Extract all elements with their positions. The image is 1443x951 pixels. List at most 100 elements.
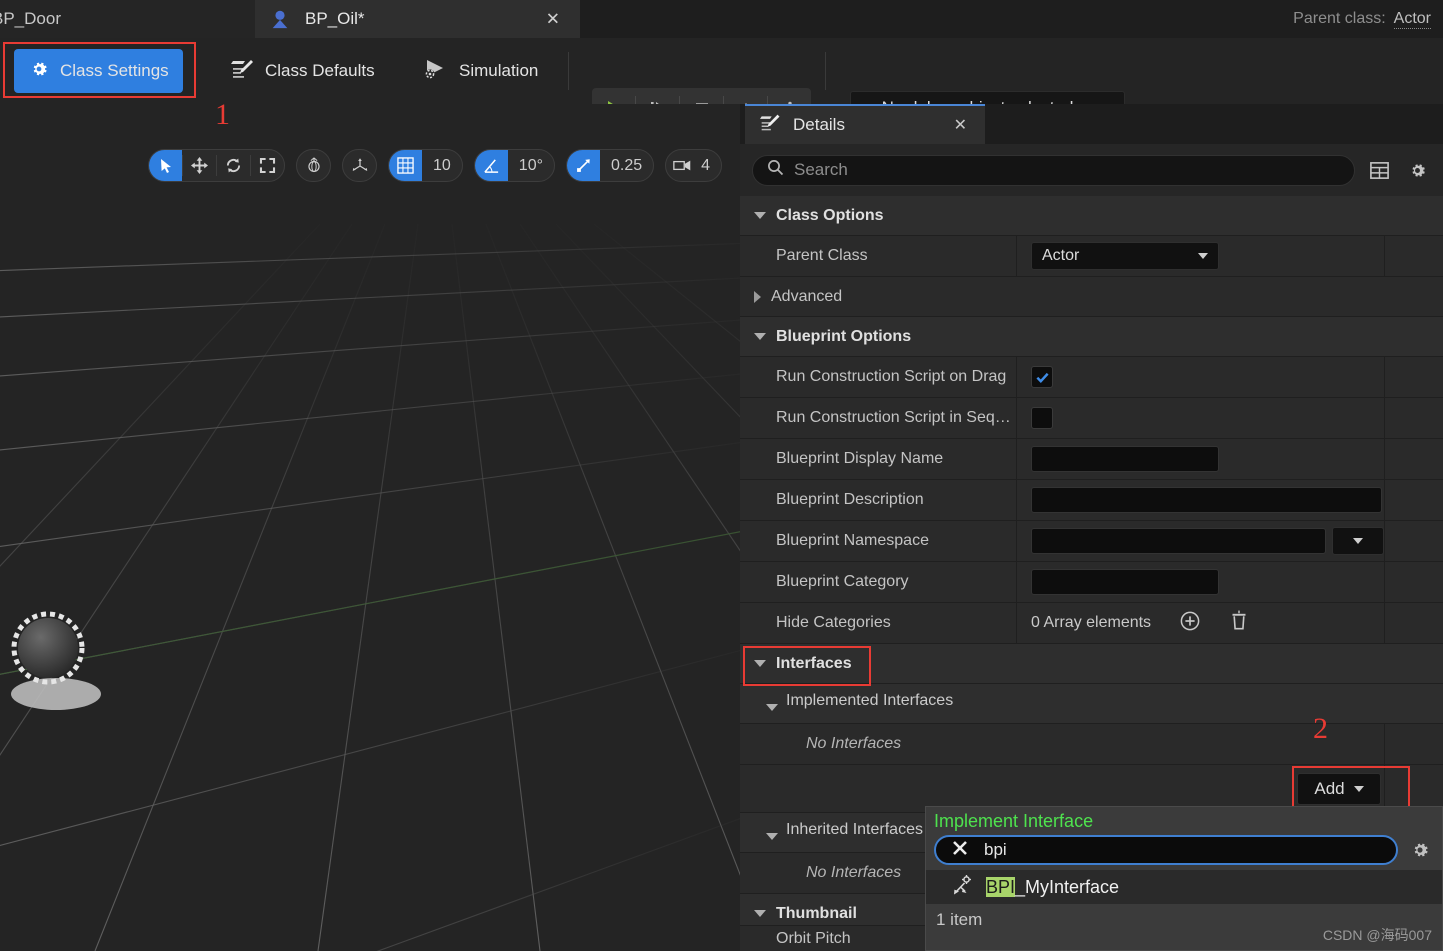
parent-class-value[interactable]: Actor <box>1393 10 1431 29</box>
main-toolbar: Class Settings Class Defaults Simulation <box>0 38 1443 130</box>
tab-bp-oil[interactable]: BP_Oil* ✕ <box>255 0 580 38</box>
row-blueprint-namespace: Blueprint Namespace <box>740 521 1443 562</box>
select-icon[interactable] <box>149 150 182 181</box>
popup-result-item[interactable]: BPI_MyInterface <box>926 870 1442 904</box>
viewport-sphere-asset[interactable] <box>6 604 116 714</box>
local-coordinate-icon[interactable] <box>342 149 377 182</box>
chevron-down-icon <box>1353 538 1363 544</box>
class-settings-button[interactable]: Class Settings <box>14 49 183 93</box>
translate-icon[interactable] <box>183 150 216 181</box>
search-icon <box>767 159 784 181</box>
column-separator <box>1384 765 1385 812</box>
popup-search-input[interactable]: bpi <box>934 835 1398 865</box>
chevron-down-icon <box>754 212 766 219</box>
tab-bp-door[interactable]: BP_Door <box>0 0 255 38</box>
parent-class-combo-value: Actor <box>1042 247 1080 264</box>
checkbox-run-construction-drag[interactable] <box>1031 366 1053 388</box>
details-search-row: Search <box>740 144 1443 196</box>
blueprint-category-input[interactable] <box>1031 569 1219 595</box>
angle-snap-icon[interactable] <box>474 150 508 181</box>
scale-snap-control[interactable]: 0.25 <box>566 149 655 182</box>
simulation-label: Simulation <box>459 61 539 80</box>
blueprint-icon <box>269 8 291 30</box>
blueprint-namespace-dropdown[interactable] <box>1332 527 1384 555</box>
add-element-icon[interactable] <box>1179 610 1201 637</box>
camera-speed-icon <box>666 150 699 181</box>
scale-icon[interactable] <box>251 150 284 181</box>
column-separator <box>1384 439 1385 479</box>
world-coordinate-glyph <box>297 150 330 181</box>
watermark: CSDN @海码007 <box>1322 927 1432 943</box>
rotate-icon[interactable] <box>217 150 250 181</box>
section-header-advanced[interactable]: Advanced <box>740 277 1443 317</box>
camera-speed-value[interactable]: 4 <box>699 150 721 181</box>
section-title: Thumbnail <box>776 904 857 922</box>
column-layout-icon[interactable] <box>1365 156 1393 184</box>
parent-class-display: Parent class: Actor <box>1293 0 1431 38</box>
column-separator <box>1384 521 1385 561</box>
local-coordinate-glyph <box>343 150 376 181</box>
settings-gear-icon[interactable] <box>1406 836 1434 864</box>
details-tab[interactable]: Details ✕ <box>745 104 985 144</box>
row-parent-class: Parent Class Actor <box>740 236 1443 277</box>
popup-title: Implement Interface <box>934 811 1094 831</box>
row-label: Run Construction Script on Drag <box>740 357 1017 397</box>
row-label: Parent Class <box>740 236 1017 276</box>
implement-interface-popup: Implement Interface bpi BPI_MyInterface … <box>925 806 1443 951</box>
grid-snap-icon[interactable] <box>389 150 422 181</box>
blueprint-namespace-input[interactable] <box>1031 528 1326 554</box>
row-run-construction-seq: Run Construction Script in Seq… <box>740 398 1443 439</box>
blueprint-display-name-input[interactable] <box>1031 446 1219 472</box>
blueprint-description-input[interactable] <box>1031 487 1382 513</box>
transform-tools-group <box>148 149 285 182</box>
world-coordinate-icon[interactable] <box>296 149 331 182</box>
search-input[interactable]: Search <box>752 154 1355 186</box>
interface-icon <box>952 874 974 901</box>
close-icon[interactable]: ✕ <box>546 11 560 28</box>
column-separator <box>1384 357 1385 397</box>
row-hide-categories: Hide Categories 0 Array elements <box>740 603 1443 644</box>
column-separator <box>1384 236 1385 276</box>
clear-x-icon[interactable] <box>950 838 970 863</box>
section-title: Interfaces <box>776 654 852 672</box>
search-placeholder: Search <box>794 160 848 179</box>
row-blueprint-display-name: Blueprint Display Name <box>740 439 1443 480</box>
details-icon <box>759 113 781 138</box>
no-interfaces-label: No Interfaces <box>806 864 902 881</box>
column-separator <box>1384 398 1385 438</box>
angle-snap-value[interactable]: 10° <box>508 150 554 181</box>
section-header-interfaces[interactable]: Interfaces <box>740 644 1443 684</box>
annotation-number-1: 1 <box>215 98 230 131</box>
column-separator <box>1384 603 1385 643</box>
simulation-icon <box>421 57 449 86</box>
delete-element-icon[interactable] <box>1229 610 1249 636</box>
tab-bp-oil-label: BP_Oil* <box>305 9 365 28</box>
scale-snap-icon[interactable] <box>567 150 600 181</box>
chevron-right-icon <box>754 290 761 303</box>
row-label: Blueprint Namespace <box>740 521 1017 561</box>
viewport[interactable]: 10 10° 0.25 4 <box>0 104 740 951</box>
camera-speed-control[interactable]: 4 <box>665 149 723 182</box>
popup-result-highlight: BPI <box>986 876 1016 897</box>
subsection-implemented-interfaces[interactable]: Implemented Interfaces <box>740 684 1443 724</box>
class-defaults-label: Class Defaults <box>265 61 375 80</box>
parent-class-label: Parent class: <box>1293 10 1386 27</box>
section-header-blueprint-options[interactable]: Blueprint Options <box>740 317 1443 357</box>
add-interface-button[interactable]: Add <box>1297 772 1381 805</box>
parent-class-combo[interactable]: Actor <box>1031 242 1219 270</box>
scale-snap-value[interactable]: 0.25 <box>600 150 653 181</box>
column-separator <box>1384 724 1385 764</box>
row-label: Blueprint Category <box>740 562 1017 602</box>
simulation-button[interactable]: Simulation <box>407 49 552 93</box>
row-value: Actor <box>1017 236 1443 276</box>
grid-snap-value[interactable]: 10 <box>422 150 462 181</box>
section-header-class-options[interactable]: Class Options <box>740 196 1443 236</box>
class-settings-label: Class Settings <box>60 61 169 80</box>
angle-snap-control[interactable]: 10° <box>473 149 555 182</box>
settings-gear-icon[interactable] <box>1403 156 1431 184</box>
close-icon[interactable]: ✕ <box>954 115 967 135</box>
row-value <box>1017 562 1443 602</box>
checkbox-run-construction-seq[interactable] <box>1031 407 1053 429</box>
class-defaults-button[interactable]: Class Defaults <box>215 49 389 93</box>
grid-snap-control[interactable]: 10 <box>388 149 463 182</box>
